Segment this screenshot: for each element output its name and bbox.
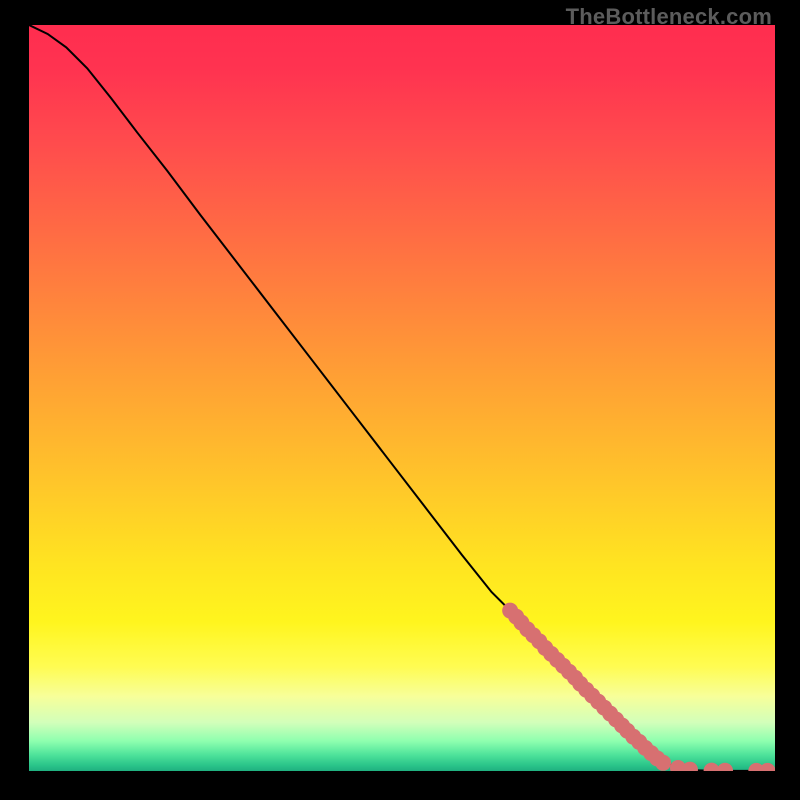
chart-stage: TheBottleneck.com [0,0,800,800]
chart-plot-area [29,25,775,771]
data-point [655,755,671,771]
